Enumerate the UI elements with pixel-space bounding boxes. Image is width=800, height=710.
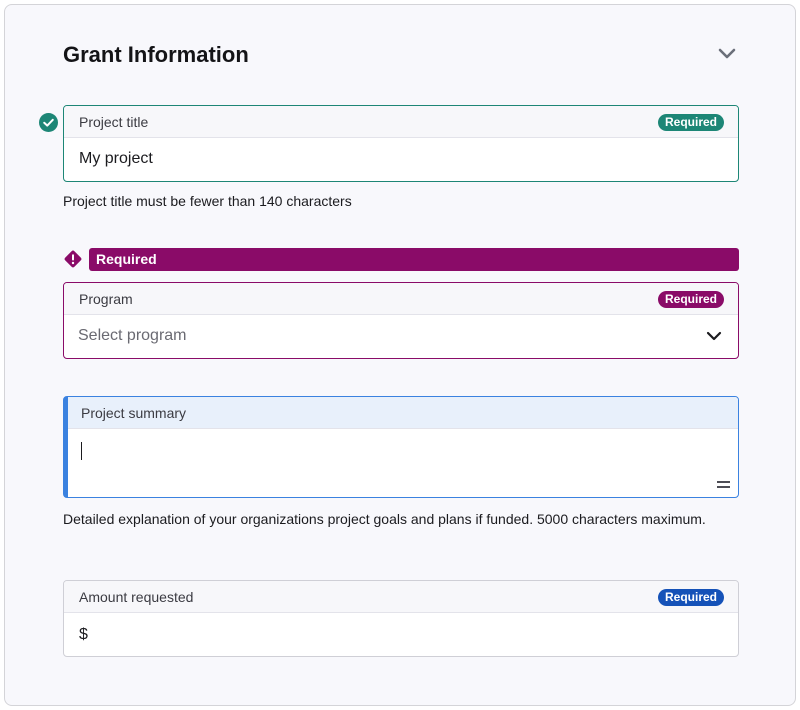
required-badge: Required: [657, 589, 724, 606]
currency-prefix: $: [79, 626, 88, 643]
field-label: Project title: [79, 114, 149, 130]
text-cursor: [81, 442, 82, 460]
section-title: Grant Information: [63, 42, 249, 67]
program-field[interactable]: Program Required Select program: [63, 282, 739, 359]
required-badge: Required: [657, 114, 724, 131]
exclamation-diamond-icon: [63, 249, 83, 269]
collapse-button[interactable]: [716, 44, 738, 64]
field-label: Program: [79, 291, 133, 307]
chevron-down-icon: [718, 48, 736, 59]
resize-handle-icon[interactable]: [717, 481, 730, 489]
select-placeholder: Select program: [78, 327, 187, 344]
field-header: Project title Required: [64, 106, 738, 138]
required-badge: Required: [657, 291, 724, 308]
project-summary-hint: Detailed explanation of your organizatio…: [63, 511, 706, 527]
field-header: Project summary: [68, 397, 738, 429]
field-label: Project summary: [81, 405, 187, 421]
chevron-down-icon: [706, 331, 722, 341]
program-select[interactable]: Select program: [64, 315, 738, 358]
check-circle-icon: [39, 113, 58, 132]
amount-requested-field[interactable]: Amount requested Required $: [63, 580, 739, 657]
field-header: Amount requested Required: [64, 581, 738, 613]
project-title-hint: Project title must be fewer than 140 cha…: [63, 193, 352, 209]
project-title-input[interactable]: My project: [64, 138, 738, 180]
field-header: Program Required: [64, 283, 738, 315]
field-label: Amount requested: [79, 589, 194, 605]
project-title-field[interactable]: Project title Required My project: [63, 105, 739, 182]
error-message: Required: [89, 248, 739, 271]
project-summary-field[interactable]: Project summary: [63, 396, 739, 498]
project-summary-textarea[interactable]: [68, 429, 738, 497]
amount-input[interactable]: $: [64, 613, 738, 656]
